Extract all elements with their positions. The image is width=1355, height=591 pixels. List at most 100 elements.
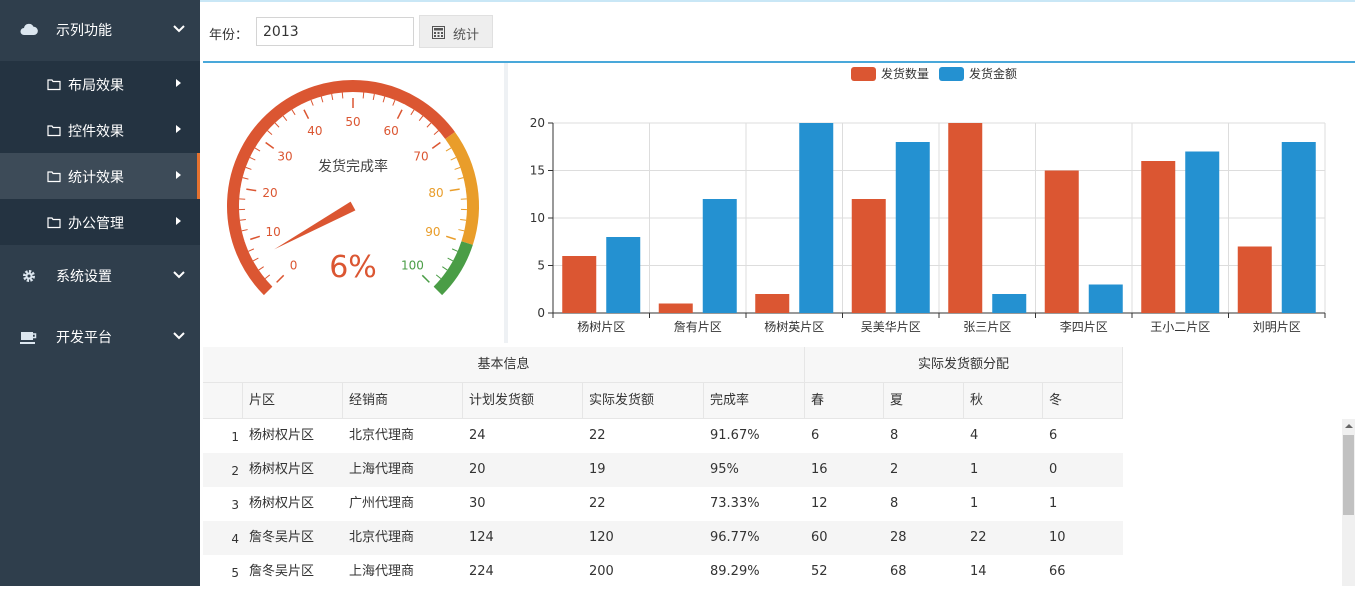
- x-tick-label: 刘明片区: [1253, 320, 1301, 334]
- table-cell: 北京代理商: [349, 521, 414, 555]
- legend-swatch[interactable]: [939, 67, 964, 81]
- gauge-major-tick: [446, 236, 456, 239]
- table-cell: 68: [890, 555, 907, 589]
- table-cell: 224: [469, 555, 494, 589]
- year-input[interactable]: [256, 17, 414, 46]
- bar-quantity[interactable]: [1238, 247, 1272, 314]
- caret-right-icon: [176, 217, 181, 225]
- sidebar: 示列功能 布局效果 控件效果 统计效果 办公管理 系统设置: [0, 0, 200, 586]
- bar-quantity[interactable]: [562, 256, 596, 313]
- statistics-button[interactable]: 统计: [419, 15, 493, 48]
- table-cell: 0: [1049, 453, 1057, 487]
- bar-amount[interactable]: [896, 142, 930, 313]
- folder-icon: [47, 215, 61, 229]
- row-number: 3: [203, 487, 239, 521]
- gauge-major-tick: [250, 236, 260, 239]
- sidebar-item-controls[interactable]: 控件效果: [0, 107, 200, 153]
- gauge-minor-tick: [460, 220, 466, 221]
- gauge-minor-tick: [311, 100, 313, 106]
- bar-quantity[interactable]: [948, 123, 982, 313]
- bar-quantity[interactable]: [659, 304, 693, 314]
- bar-quantity[interactable]: [755, 294, 789, 313]
- data-table: 基本信息 实际发货额分配 片区 经销商 计划发货额 实际发货额 完成率 春 夏 …: [203, 347, 1355, 586]
- gauge-minor-tick: [434, 131, 439, 135]
- gauge-chart: 0102030405060708090100 发货完成率 6%: [203, 63, 504, 343]
- sidebar-group-settings[interactable]: 系统设置: [0, 246, 200, 306]
- legend-label[interactable]: 发货金额: [969, 66, 1017, 81]
- column-header[interactable]: 完成率: [704, 383, 805, 418]
- sidebar-group-devplatform[interactable]: 开发平台: [0, 307, 200, 367]
- table-cell: 28: [890, 521, 907, 555]
- table-row[interactable]: 3杨树权片区广州代理商302273.33%12811: [203, 487, 1123, 521]
- table-cell: 16: [811, 453, 828, 487]
- table-row[interactable]: 5詹冬吴片区上海代理商22420089.29%52681466: [203, 555, 1123, 589]
- gauge-minor-tick: [321, 97, 323, 103]
- gauge-minor-tick: [255, 148, 260, 151]
- table-cell: 14: [970, 555, 987, 589]
- column-header[interactable]: 夏: [884, 383, 964, 418]
- gauge-minor-tick: [267, 131, 272, 135]
- column-header[interactable]: 秋: [964, 383, 1043, 418]
- gauge-value: 6%: [329, 250, 377, 285]
- gauge-tick-label: 90: [425, 225, 440, 239]
- table-cell: 22: [589, 419, 606, 453]
- column-header[interactable]: 春: [805, 383, 884, 418]
- gauge-minor-tick: [455, 167, 461, 169]
- toolbar: 年份： 统计: [200, 2, 1355, 60]
- bar-amount[interactable]: [703, 199, 737, 313]
- table-cell: 上海代理商: [349, 453, 414, 487]
- gauge-minor-tick: [427, 123, 431, 127]
- gauge-minor-tick: [246, 167, 252, 169]
- rownum-header: [203, 383, 243, 418]
- gauge-tick-label: 100: [401, 258, 424, 272]
- bar-amount[interactable]: [1282, 142, 1316, 313]
- column-header[interactable]: 实际发货额: [583, 383, 704, 418]
- gauge-minor-tick: [283, 116, 287, 121]
- bar-amount[interactable]: [606, 237, 640, 313]
- bar-quantity[interactable]: [852, 199, 886, 313]
- table-row[interactable]: 1杨树权片区北京代理商242291.67%6846: [203, 419, 1123, 453]
- column-header[interactable]: 片区: [243, 383, 343, 418]
- gauge-minor-tick: [448, 258, 453, 261]
- gear-icon: [20, 268, 38, 284]
- table-cell: 95%: [710, 453, 739, 487]
- gauge-major-tick: [397, 110, 402, 119]
- table-cell: 2: [890, 453, 898, 487]
- table-row[interactable]: 4詹冬吴片区北京代理商12412096.77%60282210: [203, 521, 1123, 555]
- table-row[interactable]: 2杨树权片区上海代理商201995%16210: [203, 453, 1123, 487]
- bar-quantity[interactable]: [1045, 171, 1079, 314]
- folder-icon: [47, 169, 61, 183]
- sidebar-item-statistics[interactable]: 统计效果: [0, 153, 200, 199]
- gauge-minor-tick: [240, 220, 246, 221]
- group-header-basic: 基本信息: [203, 347, 805, 382]
- table-cell: 4: [970, 419, 978, 453]
- gauge-tick-label: 50: [345, 115, 360, 129]
- column-header[interactable]: 计划发货额: [463, 383, 583, 418]
- gauge-major-tick: [432, 143, 440, 149]
- gauge-tick-label: 80: [428, 186, 443, 200]
- bar-amount[interactable]: [1185, 152, 1219, 314]
- column-header[interactable]: 冬: [1043, 383, 1123, 418]
- sidebar-item-office[interactable]: 办公管理: [0, 199, 200, 245]
- sidebar-group-demo[interactable]: 示列功能: [0, 0, 200, 60]
- caret-right-icon: [176, 125, 181, 133]
- scroll-up-icon[interactable]: [1345, 424, 1353, 428]
- bar-amount[interactable]: [1089, 285, 1123, 314]
- scroll-thumb[interactable]: [1343, 435, 1354, 515]
- table-cell: 200: [589, 555, 614, 589]
- legend-label[interactable]: 发货数量: [881, 66, 929, 81]
- table-cell: 詹冬吴片区: [249, 521, 314, 555]
- gauge-minor-tick: [292, 110, 295, 115]
- table-cell: 杨树权片区: [249, 487, 314, 521]
- bar-chart: 05101520杨树片区詹有片区杨树英片区吴美华片区张三片区李四片区王小二片区刘…: [508, 63, 1355, 343]
- bar-amount[interactable]: [992, 294, 1026, 313]
- gauge-title: 发货完成率: [318, 158, 388, 175]
- bar-quantity[interactable]: [1141, 161, 1175, 313]
- sidebar-item-layout[interactable]: 布局效果: [0, 61, 200, 107]
- table-scrollbar[interactable]: [1342, 419, 1355, 586]
- x-tick-label: 张三片区: [963, 320, 1011, 334]
- gauge-major-tick: [266, 143, 274, 149]
- legend-swatch[interactable]: [851, 67, 876, 81]
- column-header[interactable]: 经销商: [343, 383, 463, 418]
- bar-amount[interactable]: [799, 123, 833, 313]
